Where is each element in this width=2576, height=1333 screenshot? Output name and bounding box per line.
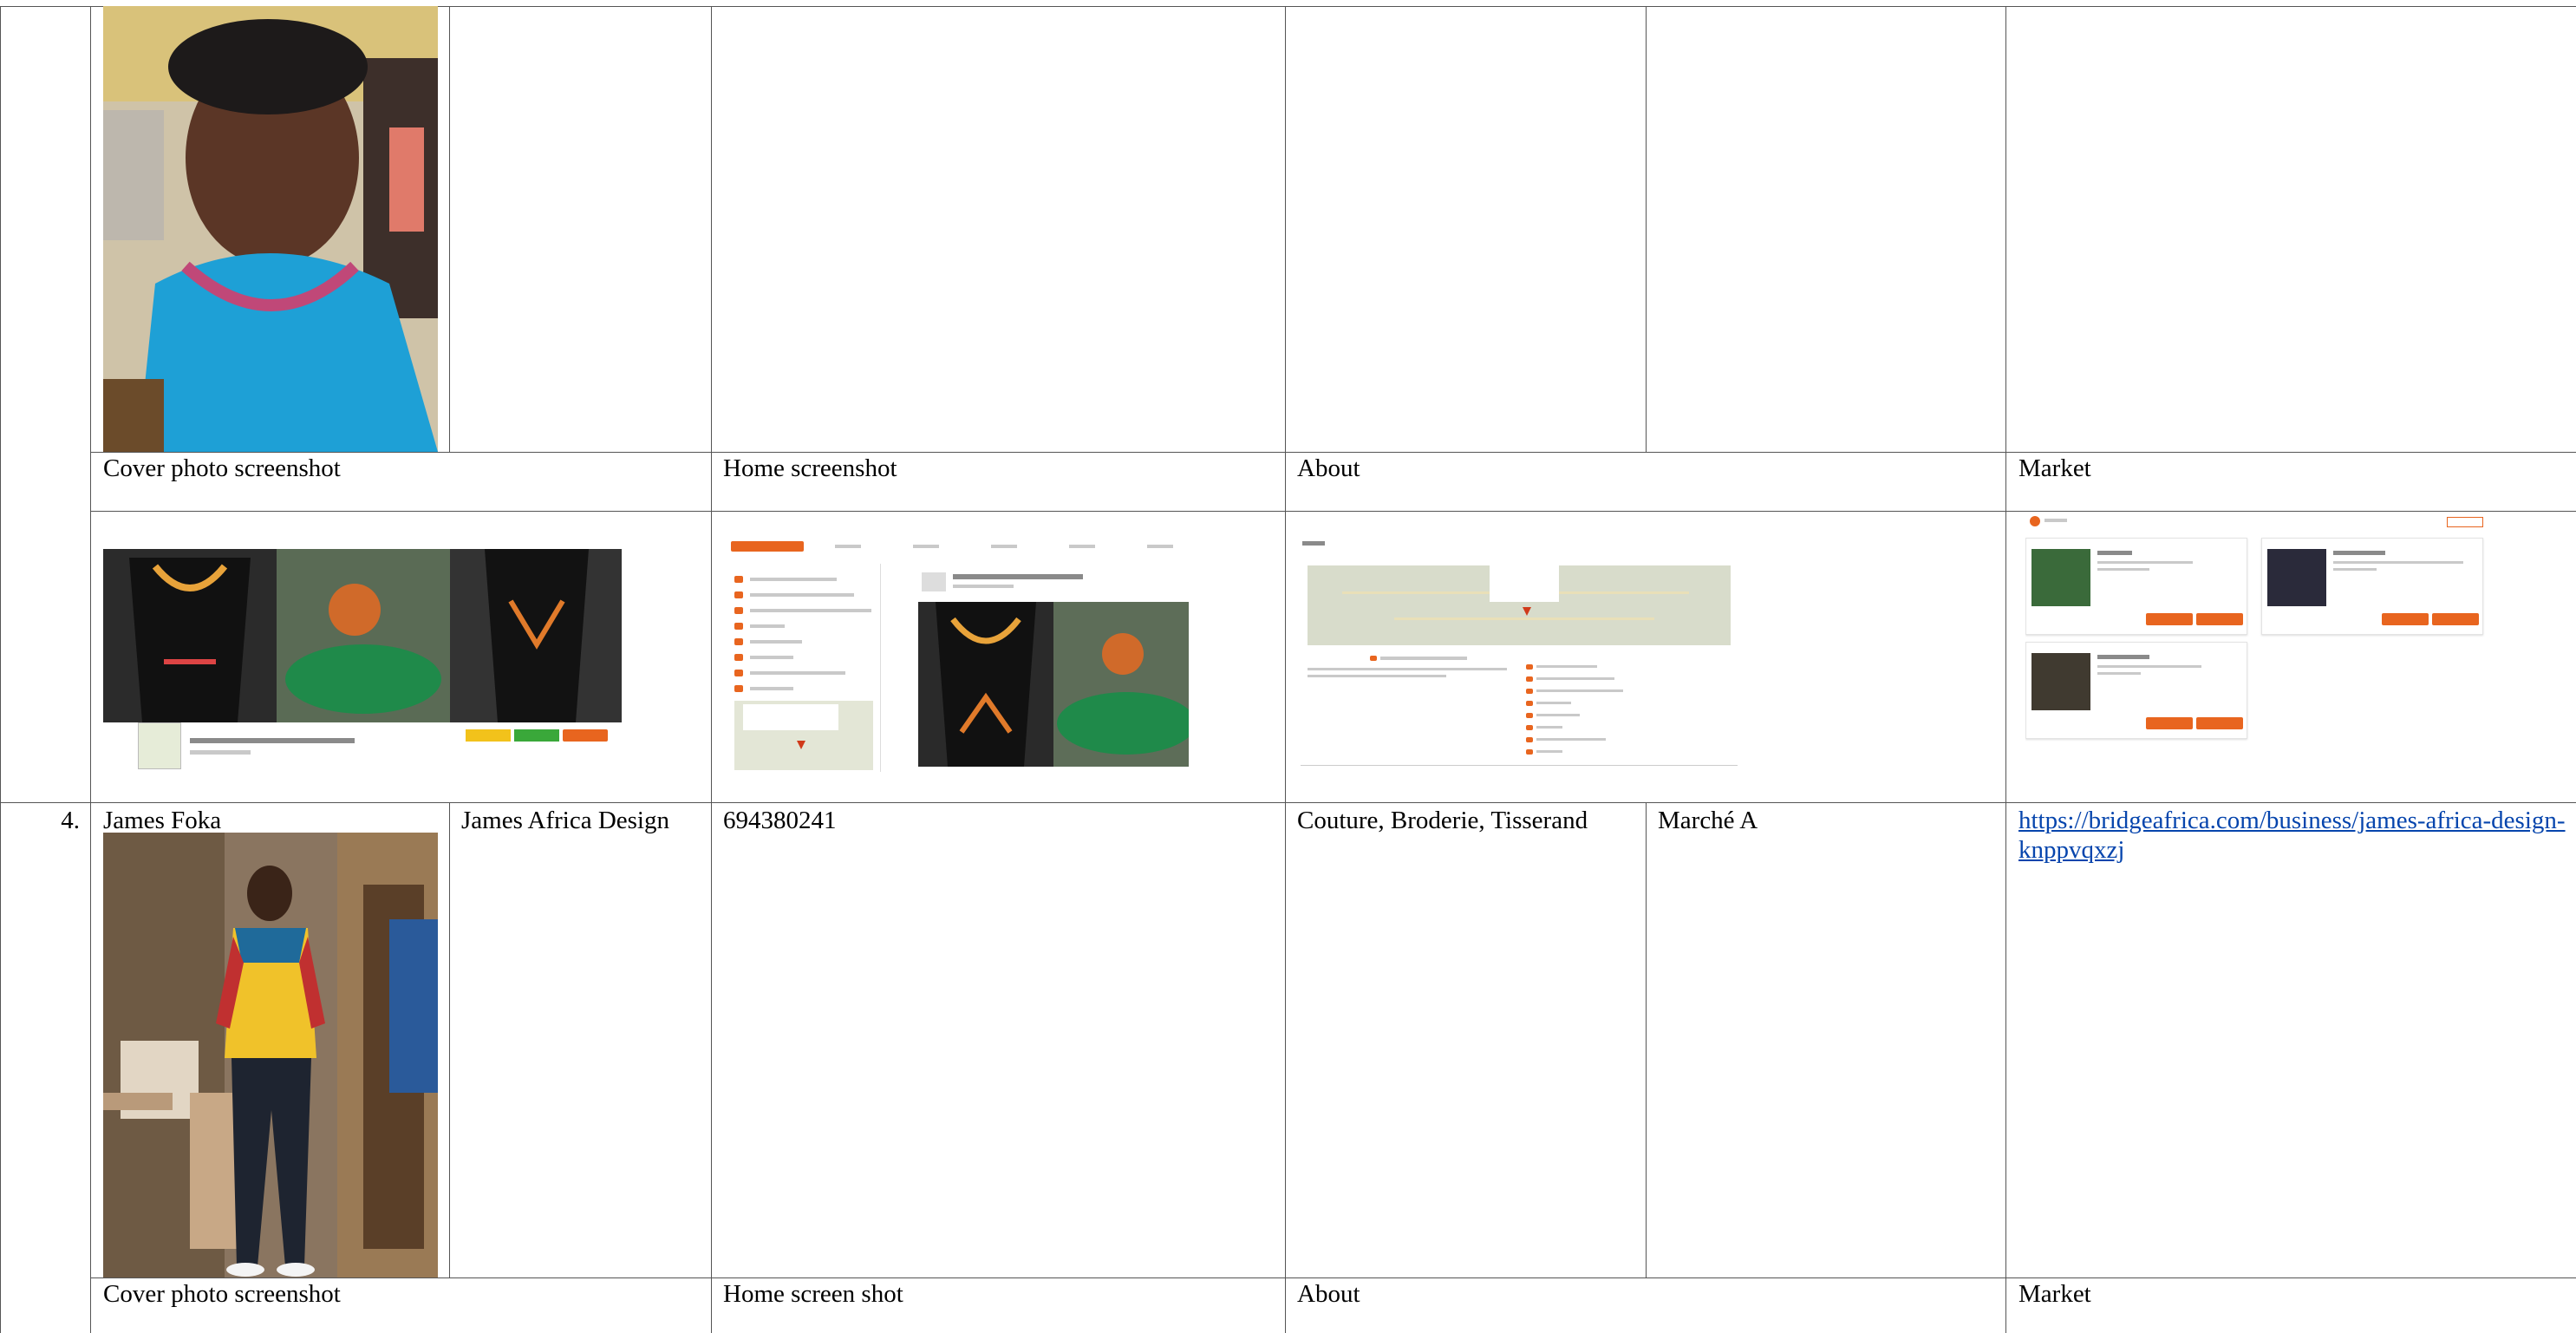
business-profile-link[interactable]: https://bridgeafrica.com/business/james-… [2018,806,2573,865]
home-screenshot-label: Home screenshot [723,454,897,482]
business-name: James Africa Design [461,807,669,834]
cover-banner-image [103,549,622,722]
row-number: 4. [61,807,80,834]
cover-photo-label-2: Cover photo screenshot [103,1280,341,1308]
row-divider-4 [90,1277,2576,1278]
col-line-0 [0,6,1,1333]
row-divider-2 [90,511,2576,512]
home-screenshot-label-2: Home screen shot [723,1280,903,1308]
cover-photo-label: Cover photo screenshot [103,454,341,482]
about-label: About [1297,454,1360,482]
home-screenshot [731,538,1190,774]
portrait-photo-icon [103,6,438,452]
row-divider-3 [0,802,2576,803]
market-screenshot [2025,513,2494,746]
portrait-photo-icon [103,833,438,1277]
col-line-2a [449,6,450,452]
col-line-3 [711,6,712,1333]
market-label-2: Market [2018,1280,2091,1308]
col-line-1 [90,6,91,1333]
col-line-2b [449,802,450,1277]
col-line-5b [1646,802,1647,1277]
about-screenshot [1301,538,1738,768]
owner-name: James Foka [103,807,222,834]
owner-portrait-photo-2 [103,833,438,1277]
about-map-pin-icon [1523,607,1531,616]
home-post-image [918,602,1189,767]
col-line-5a [1646,6,1647,452]
map-pin-icon [797,741,805,749]
market-label: Market [2018,454,2091,482]
owner-portrait-photo [103,6,438,452]
col-line-6 [2005,6,2006,1333]
cover-photo-screenshot [103,549,622,771]
about-label-2: About [1297,1280,1360,1308]
shop-logo-icon [2030,516,2040,526]
row-divider-1 [90,452,2576,453]
phone-number: 694380241 [723,807,837,834]
business-category: Couture, Broderie, Tisserand [1297,807,1588,834]
col-line-4 [1285,6,1286,1333]
business-location: Marché A [1658,807,1758,834]
